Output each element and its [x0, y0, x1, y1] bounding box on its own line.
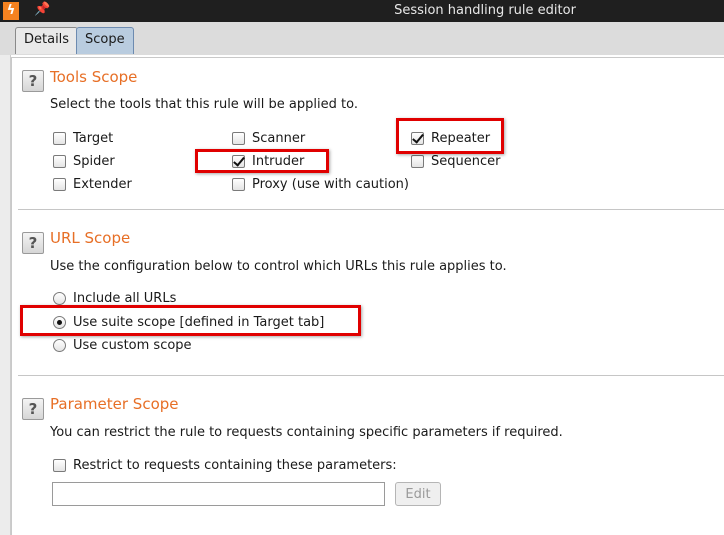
spider-checkbox[interactable]: Spider	[53, 154, 115, 169]
left-edge	[0, 55, 11, 535]
intruder-checkbox-label: Intruder	[252, 154, 305, 169]
proxy-checkbox[interactable]: Proxy (use with caution)	[232, 177, 409, 192]
section-divider	[18, 209, 724, 210]
include-all-urls-radio[interactable]: Include all URLs	[53, 291, 176, 306]
suite-scope-radio-dot-overlay[interactable]	[53, 316, 66, 329]
sequencer-checkbox[interactable]: Sequencer	[411, 154, 500, 169]
url-scope-help-icon[interactable]: ?	[22, 232, 44, 254]
edit-button[interactable]: Edit	[395, 482, 441, 506]
tab-details[interactable]: Details	[15, 27, 79, 54]
scanner-checkbox-label: Scanner	[252, 131, 306, 146]
repeater-checkbox-label: Repeater	[431, 131, 491, 146]
spider-checkbox-label: Spider	[73, 154, 115, 169]
target-checkbox-box[interactable]	[53, 132, 66, 145]
section-divider	[18, 375, 724, 376]
restrict-parameters-label: Restrict to requests containing these pa…	[73, 458, 397, 473]
include-all-urls-label: Include all URLs	[73, 291, 177, 306]
target-checkbox[interactable]: Target	[53, 131, 113, 146]
scanner-checkbox-box[interactable]	[232, 132, 245, 145]
suite-scope-label-overlay: Use suite scope [defined in Target tab]	[73, 315, 325, 330]
intruder-checkbox-box[interactable]	[232, 155, 245, 168]
restrict-parameters-checkbox-box[interactable]	[53, 459, 66, 472]
tools-scope-help-icon[interactable]: ?	[22, 70, 44, 92]
restrict-parameters-checkbox[interactable]: Restrict to requests containing these pa…	[53, 458, 397, 473]
repeater-checkbox-box[interactable]	[411, 132, 424, 145]
tools-scope-title: Tools Scope	[50, 68, 138, 86]
target-checkbox-label: Target	[73, 131, 114, 146]
title-bar: ϟ 📌 Session handling rule editor	[0, 0, 724, 22]
sequencer-checkbox-label: Sequencer	[431, 154, 501, 169]
custom-scope-radio[interactable]: Use custom scope	[53, 338, 192, 353]
sequencer-checkbox-box[interactable]	[411, 155, 424, 168]
parameter-scope-description: You can restrict the rule to requests co…	[50, 425, 563, 440]
suite-scope-radio-overlay[interactable]: Use suite scope [defined in Target tab]	[53, 315, 324, 330]
parameter-input[interactable]	[52, 482, 385, 506]
custom-scope-radio-dot[interactable]	[53, 339, 66, 352]
parameter-scope-title: Parameter Scope	[50, 395, 179, 413]
parameter-scope-help-icon[interactable]: ?	[22, 398, 44, 420]
spider-checkbox-box[interactable]	[53, 155, 66, 168]
extender-checkbox-label: Extender	[73, 177, 132, 192]
url-scope-description: Use the configuration below to control w…	[50, 259, 507, 274]
repeater-checkbox[interactable]: Repeater	[411, 131, 490, 146]
scanner-checkbox[interactable]: Scanner	[232, 131, 305, 146]
proxy-checkbox-label: Proxy (use with caution)	[252, 177, 409, 192]
window-title: Session handling rule editor	[394, 3, 576, 18]
intruder-checkbox[interactable]: Intruder	[232, 154, 304, 169]
url-scope-title: URL Scope	[50, 229, 131, 247]
proxy-checkbox-box[interactable]	[232, 178, 245, 191]
tab-bar: Details Scope	[0, 22, 724, 55]
include-all-urls-radio-dot[interactable]	[53, 292, 66, 305]
tools-scope-description: Select the tools that this rule will be …	[50, 97, 358, 112]
extender-checkbox[interactable]: Extender	[53, 177, 132, 192]
extender-checkbox-box[interactable]	[53, 178, 66, 191]
custom-scope-label: Use custom scope	[73, 338, 192, 353]
tab-scope[interactable]: Scope	[76, 27, 134, 54]
